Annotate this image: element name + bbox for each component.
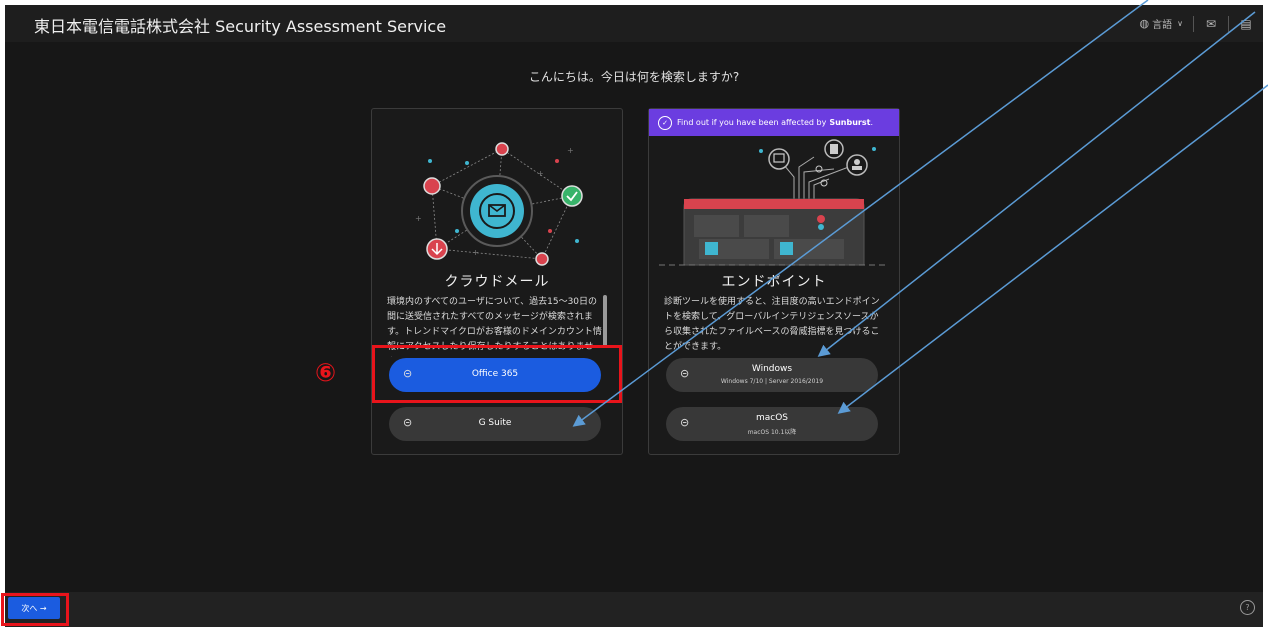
highlight-box-office365 bbox=[372, 345, 622, 403]
svg-text:+: + bbox=[415, 214, 422, 223]
macos-versions: macOS 10.1以降 bbox=[747, 429, 797, 436]
gsuite-button[interactable]: ⊝ G Suite bbox=[389, 407, 601, 441]
app-title: 東日本電信電話株式会社 Security Assessment Service bbox=[34, 17, 447, 36]
endpoint-description: 診断ツールを使用すると、注目度の高いエンドポイントを検索して、グローバルインテリ… bbox=[664, 297, 880, 352]
gsuite-label: G Suite bbox=[478, 418, 512, 428]
document-icon[interactable]: ▤ bbox=[1229, 17, 1263, 31]
endpoint-illustration bbox=[659, 139, 889, 266]
banner-highlight: Sunburst bbox=[829, 118, 871, 127]
svg-text:+: + bbox=[472, 248, 479, 257]
greeting-text: こんにちは。今日は何を検索しますか? bbox=[528, 70, 740, 84]
macos-button[interactable]: ⊝ macOS macOS 10.1以降 bbox=[666, 407, 878, 441]
windows-button[interactable]: ⊝ Windows Windows 7/10 | Server 2016/201… bbox=[666, 358, 878, 392]
highlight-box-next bbox=[1, 593, 69, 626]
endpoint-card: ✓ Find out if you have been affected by … bbox=[648, 108, 900, 455]
question-circle-icon[interactable]: ? bbox=[1240, 600, 1255, 615]
footer-bar: 次へ → ? bbox=[5, 592, 1263, 627]
cloud-mail-illustration: + + + + bbox=[415, 142, 583, 266]
macos-label: macOS bbox=[755, 413, 789, 423]
svg-text:+: + bbox=[567, 146, 574, 155]
description-scrollbar[interactable] bbox=[603, 295, 607, 347]
header-bar: 東日本電信電話株式会社 Security Assessment Service … bbox=[5, 5, 1263, 42]
windows-versions: Windows 7/10 | Server 2016/2019 bbox=[720, 378, 824, 385]
check-circle-icon: ✓ bbox=[658, 115, 672, 130]
mail-icon[interactable]: ✉ bbox=[1194, 17, 1228, 31]
endpoint-title: エンドポイント bbox=[721, 274, 827, 290]
cloud-mail-title: クラウドメール bbox=[444, 274, 550, 290]
banner-end: . bbox=[870, 118, 873, 127]
sunburst-banner[interactable]: ✓ Find out if you have been affected by … bbox=[649, 109, 899, 136]
chevron-down-icon: ∨ bbox=[1177, 19, 1183, 28]
windows-label: Windows bbox=[751, 364, 793, 374]
globe-icon: ◍ bbox=[1139, 17, 1150, 30]
svg-text:+: + bbox=[537, 169, 544, 178]
step-marker: ⑥ bbox=[315, 358, 337, 387]
language-label: 言語 bbox=[1152, 20, 1173, 31]
header-actions: ◍ 言語 ∨ ✉ ▤ bbox=[1130, 5, 1263, 42]
language-selector[interactable]: ◍ 言語 ∨ bbox=[1130, 16, 1193, 31]
app-window: 東日本電信電話株式会社 Security Assessment Service … bbox=[5, 5, 1263, 627]
banner-text: Find out if you have been affected by bbox=[677, 118, 827, 127]
